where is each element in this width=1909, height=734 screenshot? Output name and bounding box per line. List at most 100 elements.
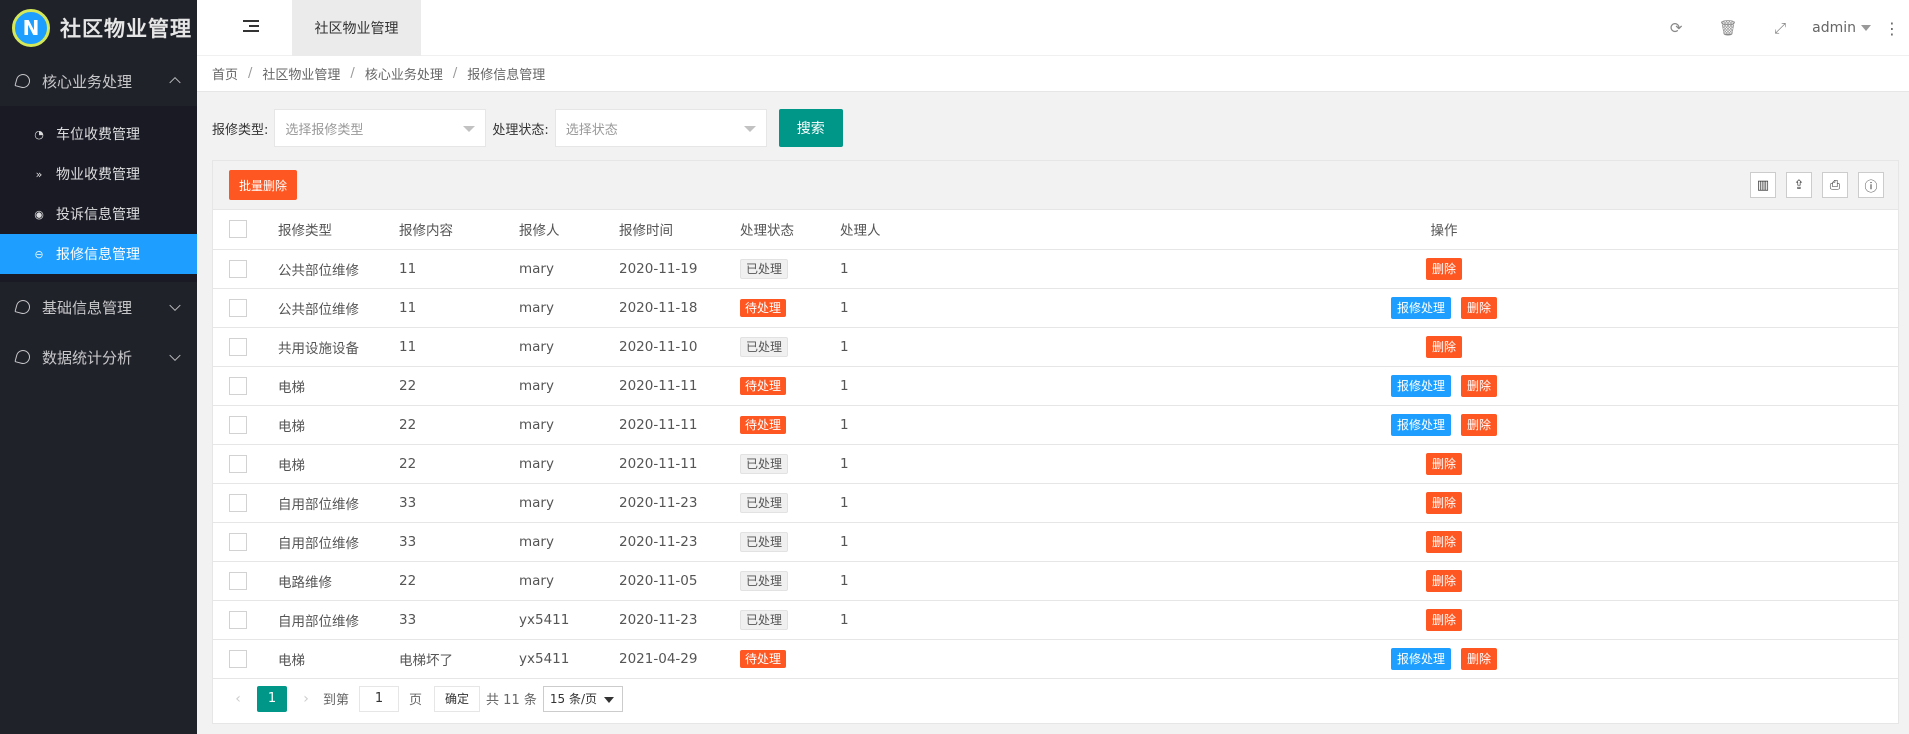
batch-delete-button[interactable]: 批量删除 [229,170,298,200]
username: admin [1812,20,1856,36]
delete-button[interactable]: 删除 [1461,374,1498,397]
delete-button[interactable]: 删除 [1425,491,1462,514]
cell-ops: 删除 [990,483,1898,523]
delete-button[interactable]: 删除 [1425,335,1462,358]
columns-filter-icon[interactable]: ▥ [1750,172,1776,198]
breadcrumb-home[interactable]: 首页 [212,64,238,83]
repair-type-placeholder: 选择报修类型 [285,122,364,138]
cell-handler [840,639,990,679]
page-current[interactable]: 1 [257,685,287,712]
delete-button[interactable]: 删除 [1425,257,1462,280]
cell-type: 电梯 [278,639,399,679]
sidebar-item-repairs[interactable]: ⊖ 报修信息管理 [0,234,197,274]
page-size-select[interactable]: 15 条/页 [542,685,623,712]
nav-group-basic: 基础信息管理 [0,282,197,332]
table-toolbar: 批量删除 ▥ ⇪ ⎙ ⓘ [213,161,1898,210]
delete-button[interactable]: 删除 [1461,296,1498,319]
process-repair-button[interactable]: 报修处理 [1390,647,1451,670]
cell-content: 11 [399,327,519,367]
cell-ops: 删除 [990,327,1898,367]
table-row: 电梯 电梯坏了 yx5411 2021-04-29 待处理 报修处理 删除 [213,639,1898,679]
col-header-person[interactable]: 报修人 [519,210,619,250]
cell-content: 11 [399,288,519,328]
process-repair-button[interactable]: 报修处理 [1390,374,1451,397]
header-tab[interactable]: 社区物业管理 [292,0,421,56]
col-header-status[interactable]: 处理状态 [740,210,840,250]
cell-person: mary [519,327,619,367]
breadcrumb-current: 报修信息管理 [467,68,546,83]
row-checkbox[interactable] [229,298,247,317]
target-icon: ◉ [34,207,44,221]
row-checkbox[interactable] [229,571,247,590]
nav-submenu: ◔ 车位收费管理 » 物业收费管理 ◉ 投诉信息管理 ⊖ 报修信息管理 [0,106,197,282]
col-header-time[interactable]: 报修时间 [619,210,740,250]
cell-content: 22 [399,561,519,601]
delete-button[interactable]: 删除 [1461,413,1498,436]
cell-content: 电梯坏了 [399,639,519,679]
user-menu[interactable]: admin [1812,20,1871,36]
refresh-icon[interactable]: ⟳ [1650,19,1702,37]
sidebar-item-complaints[interactable]: ◉ 投诉信息管理 [0,194,197,234]
col-header-handler[interactable]: 处理人 [840,210,990,250]
logo[interactable]: N 社区物业管理 [0,0,197,56]
nav-group-stats-header[interactable]: 数据统计分析 [0,332,197,382]
repair-type-select[interactable]: 选择报修类型 [274,109,487,147]
print-icon[interactable]: ⎙ [1822,172,1848,198]
cell-content: 33 [399,600,519,640]
col-header-ops: 操作 [990,210,1898,250]
process-repair-button[interactable]: 报修处理 [1390,296,1451,319]
cell-person: mary [519,249,619,289]
nav-group-basic-header[interactable]: 基础信息管理 [0,282,197,332]
delete-button[interactable]: 删除 [1425,530,1462,553]
col-header-content[interactable]: 报修内容 [399,210,519,250]
sidebar-item-property-fee[interactable]: » 物业收费管理 [0,154,197,194]
prev-page-icon[interactable]: ‹ [227,691,249,707]
dropdown-arrow-icon [743,126,756,132]
minus-circle-icon: ⊖ [34,247,44,261]
more-icon[interactable]: ⋮ [1881,19,1903,38]
delete-button[interactable]: 删除 [1425,608,1462,631]
cell-ops: 删除 [990,249,1898,289]
col-header-type[interactable]: 报修类型 [278,210,399,250]
row-checkbox[interactable] [229,454,247,473]
goto-confirm-button[interactable]: 确定 [434,685,481,712]
table-header-row: 报修类型 报修内容 报修人 报修时间 处理状态 处理人 操作 [213,210,1898,250]
table-row: 电梯 22 mary 2020-11-11 待处理 1 报修处理 删除 [213,366,1898,406]
cell-type: 公共部位维修 [278,249,399,289]
select-all-checkbox[interactable] [229,220,247,239]
row-checkbox[interactable] [229,337,247,356]
nav-group-label: 核心业务处理 [42,72,133,91]
table-row: 自用部位维修 33 yx5411 2020-11-23 已处理 1 删除 [213,600,1898,640]
row-checkbox[interactable] [229,610,247,629]
cell-person: mary [519,366,619,406]
menu-toggle-icon[interactable] [243,20,259,34]
delete-button[interactable]: 删除 [1461,647,1498,670]
repair-table: 报修类型 报修内容 报修人 报修时间 处理状态 处理人 操作 公共部位维修 11 m… [213,210,1898,679]
breadcrumb-item[interactable]: 核心业务处理 [365,64,443,83]
delete-button[interactable]: 删除 [1425,569,1462,592]
row-checkbox[interactable] [229,649,247,668]
info-icon[interactable]: ⓘ [1858,172,1884,198]
leaf-icon [14,72,32,90]
row-checkbox[interactable] [229,532,247,551]
goto-page-input[interactable]: 1 [359,685,400,712]
next-page-icon[interactable]: › [295,691,317,707]
nav-group-core-header[interactable]: 核心业务处理 [0,56,197,106]
search-button[interactable]: 搜索 [778,109,843,147]
row-checkbox[interactable] [229,493,247,512]
fullscreen-icon[interactable]: ⤢ [1754,19,1806,37]
row-checkbox[interactable] [229,376,247,395]
process-repair-button[interactable]: 报修处理 [1390,413,1451,436]
export-icon[interactable]: ⇪ [1786,172,1812,198]
trash-icon[interactable]: 🗑 [1702,19,1754,37]
sidebar-item-parking-fee[interactable]: ◔ 车位收费管理 [0,114,197,154]
row-checkbox[interactable] [229,259,247,278]
breadcrumb-item[interactable]: 社区物业管理 [262,64,340,83]
status-badge: 已处理 [740,570,789,591]
cell-time: 2020-11-11 [619,444,740,484]
cell-time: 2021-04-29 [619,639,740,679]
status-select[interactable]: 选择状态 [554,109,767,147]
cell-person: mary [519,483,619,523]
delete-button[interactable]: 删除 [1425,452,1462,475]
row-checkbox[interactable] [229,415,247,434]
